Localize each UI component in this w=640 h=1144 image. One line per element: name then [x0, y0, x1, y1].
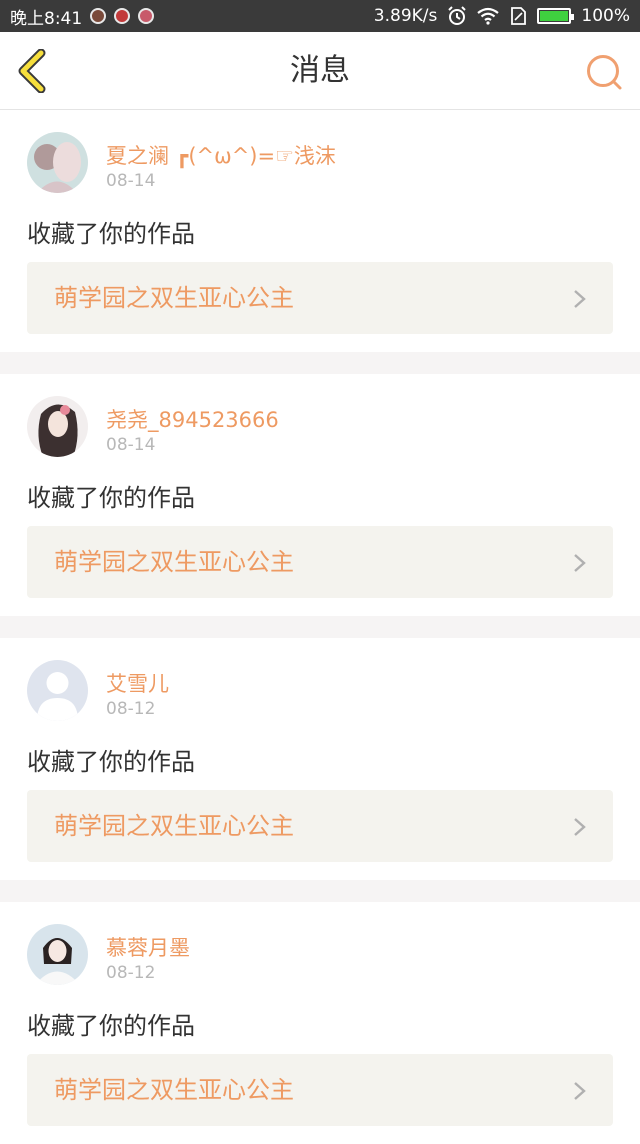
- user-name[interactable]: 慕蓉月墨: [106, 932, 190, 962]
- message-item: 艾雪儿 08-12 收藏了你的作品 萌学园之双生亚心公主: [0, 638, 640, 880]
- work-link[interactable]: 萌学园之双生亚心公主: [27, 790, 613, 862]
- page-title: 消息: [290, 53, 350, 88]
- user-name[interactable]: 艾雪儿: [106, 668, 169, 698]
- notification-app-icon: [90, 8, 107, 24]
- search-icon: [587, 55, 622, 90]
- divider: [0, 352, 640, 374]
- status-bar: 晚上8:41 3.89K/s 100%: [0, 0, 640, 32]
- message-list: 夏之澜 ┏(^ω^)=☞浅沫 08-14 收藏了你的作品 萌学园之双生亚心公主 …: [0, 110, 640, 1144]
- work-title: 萌学园之双生亚心公主: [54, 1076, 294, 1104]
- wifi-icon: [477, 7, 500, 25]
- chevron-right-icon: [574, 554, 586, 572]
- user-name[interactable]: 夏之澜 ┏(^ω^)=☞浅沫: [106, 140, 336, 170]
- notification-app-icon: [138, 8, 155, 24]
- chevron-right-icon: [574, 818, 586, 836]
- message-text: 收藏了你的作品: [27, 1012, 195, 1040]
- notification-app-icon: [114, 8, 131, 24]
- message-item: 尧尧_894523666 08-14 收藏了你的作品 萌学园之双生亚心公主: [0, 374, 640, 616]
- alarm-icon: [448, 6, 467, 25]
- divider: [0, 880, 640, 902]
- message-item: 夏之澜 ┏(^ω^)=☞浅沫 08-14 收藏了你的作品 萌学园之双生亚心公主: [0, 110, 640, 352]
- search-button[interactable]: [584, 52, 624, 92]
- status-left: 晚上8:41: [10, 4, 155, 29]
- message-text: 收藏了你的作品: [27, 484, 195, 512]
- status-right: 3.89K/s 100%: [374, 6, 630, 26]
- user-name[interactable]: 尧尧_894523666: [106, 404, 279, 434]
- battery-percent: 100%: [581, 6, 630, 26]
- avatar[interactable]: [27, 660, 88, 721]
- chevron-right-icon: [574, 290, 586, 308]
- avatar[interactable]: [27, 924, 88, 985]
- message-date: 08-12: [106, 963, 156, 983]
- sim-icon: [511, 7, 527, 25]
- avatar[interactable]: [27, 396, 88, 457]
- work-title: 萌学园之双生亚心公主: [54, 548, 294, 576]
- message-date: 08-14: [106, 171, 156, 191]
- divider: [0, 616, 640, 638]
- header: 消息: [0, 32, 640, 110]
- battery-fill: [540, 11, 569, 21]
- avatar[interactable]: [27, 132, 88, 193]
- message-date: 08-14: [106, 435, 156, 455]
- battery-icon: [537, 8, 575, 24]
- network-speed: 3.89K/s: [373, 6, 438, 26]
- message-item: 慕蓉月墨 08-12 收藏了你的作品 萌学园之双生亚心公主: [0, 902, 640, 1144]
- message-text: 收藏了你的作品: [27, 748, 195, 776]
- work-title: 萌学园之双生亚心公主: [54, 812, 294, 840]
- work-link[interactable]: 萌学园之双生亚心公主: [27, 262, 613, 334]
- message-text: 收藏了你的作品: [27, 220, 195, 248]
- status-time: 晚上8:41: [10, 8, 83, 29]
- message-date: 08-12: [106, 699, 156, 719]
- work-link[interactable]: 萌学园之双生亚心公主: [27, 526, 613, 598]
- work-title: 萌学园之双生亚心公主: [54, 284, 294, 312]
- chevron-right-icon: [574, 1082, 586, 1100]
- work-link[interactable]: 萌学园之双生亚心公主: [27, 1054, 613, 1126]
